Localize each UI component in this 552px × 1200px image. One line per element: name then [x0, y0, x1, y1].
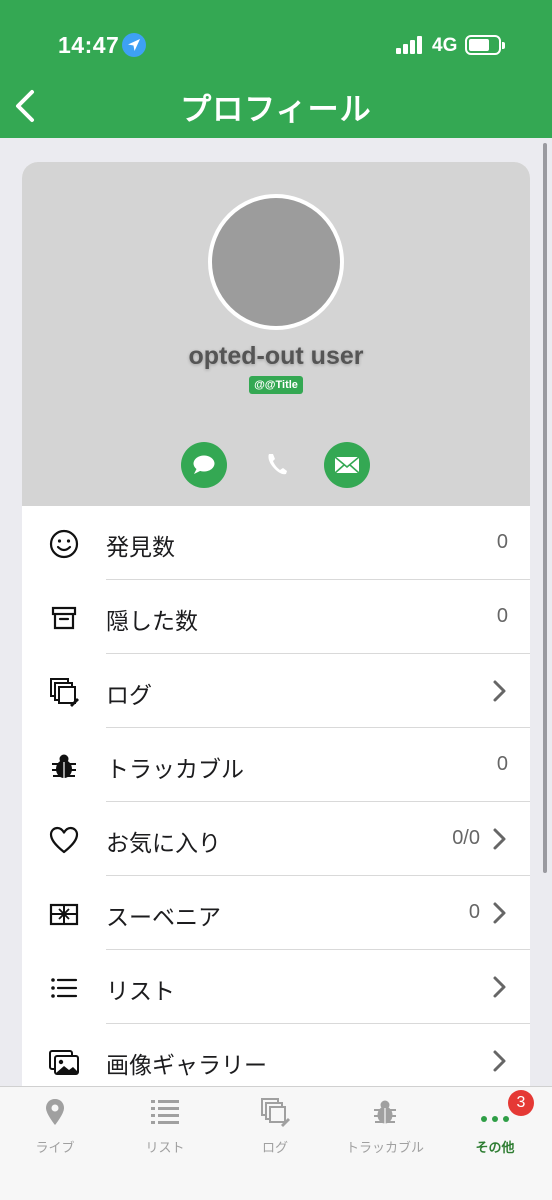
chevron-right-icon — [493, 680, 506, 702]
tab-label: ライブ — [35, 1140, 75, 1155]
tab-trackables[interactable]: トラッカブル — [330, 1087, 440, 1167]
location-arrow-icon — [122, 33, 146, 57]
row-value: 0/0 — [452, 827, 480, 849]
profile-card: opted-out user @@Title 発見数 0 隠した数 0 ログ ト… — [22, 162, 530, 1122]
tab-label: リスト — [145, 1140, 185, 1155]
network-type: 4G — [432, 35, 458, 56]
status-bar: 14:47 4G — [0, 0, 552, 82]
phone-icon — [268, 454, 287, 475]
smiley-icon — [49, 529, 79, 559]
message-button[interactable] — [181, 442, 227, 488]
username: opted-out user — [188, 342, 364, 370]
email-button[interactable] — [324, 442, 370, 488]
bug-icon — [374, 1100, 396, 1124]
tab-label: ログ — [261, 1140, 288, 1155]
tab-label: トラッカブル — [345, 1140, 424, 1155]
row-logs[interactable]: ログ — [22, 654, 530, 728]
chevron-right-icon — [493, 828, 506, 850]
row-souvenirs[interactable]: スーベニア 0 — [22, 876, 530, 950]
chevron-right-icon — [493, 1050, 506, 1072]
row-value: 0 — [496, 531, 508, 553]
row-label: 発見数 — [106, 534, 175, 560]
tab-logs[interactable]: ログ — [220, 1087, 330, 1167]
chevron-right-icon — [493, 902, 506, 924]
battery-icon — [465, 35, 505, 55]
row-label: リスト — [106, 978, 175, 1004]
scrollbar[interactable] — [543, 143, 547, 873]
row-trackables[interactable]: トラッカブル 0 — [22, 728, 530, 802]
row-hides[interactable]: 隠した数 0 — [22, 580, 530, 654]
logs-icon — [50, 678, 79, 707]
list-icon — [151, 1100, 179, 1124]
status-time: 14:47 — [58, 32, 120, 58]
envelope-icon — [334, 456, 360, 474]
notification-badge: 3 — [508, 1090, 534, 1116]
chevron-right-icon — [493, 976, 506, 998]
row-finds[interactable]: 発見数 0 — [22, 506, 530, 580]
map-pin-icon — [46, 1099, 64, 1125]
profile-header: opted-out user @@Title — [22, 162, 530, 506]
more-dots-icon — [481, 1116, 509, 1122]
row-lists[interactable]: リスト — [22, 950, 530, 1024]
row-label: ログ — [106, 682, 152, 708]
row-value: 0 — [496, 753, 508, 775]
cellular-signal-icon — [396, 36, 424, 54]
tab-live[interactable]: ライブ — [0, 1087, 110, 1167]
tab-bar: ライブ リスト ログ トラッカブル その他 — [0, 1086, 552, 1200]
chat-bubble-icon — [193, 455, 215, 474]
tab-label: その他 — [475, 1140, 515, 1155]
bug-icon — [52, 754, 76, 778]
tab-list[interactable]: リスト — [110, 1087, 220, 1167]
title-badge: @@Title — [249, 376, 303, 394]
page-title: プロフィール — [180, 92, 372, 127]
row-favorites[interactable]: お気に入り 0/0 — [22, 802, 530, 876]
logs-icon — [261, 1098, 290, 1127]
archive-box-icon — [51, 606, 77, 630]
gift-box-icon — [49, 903, 79, 926]
row-value: 0 — [496, 605, 508, 627]
row-label: 画像ギャラリー — [106, 1052, 267, 1078]
list-icon — [51, 978, 78, 998]
row-label: トラッカブル — [106, 756, 244, 782]
row-label: スーベニア — [106, 904, 221, 930]
heart-icon — [49, 826, 79, 854]
row-label: 隠した数 — [106, 608, 198, 634]
top-bar: 14:47 4G プロフィール — [0, 0, 552, 138]
call-button[interactable] — [253, 442, 299, 488]
avatar[interactable] — [208, 194, 344, 330]
image-gallery-icon — [49, 1050, 79, 1075]
row-value: 0 — [468, 901, 480, 923]
row-label: お気に入り — [106, 830, 221, 856]
